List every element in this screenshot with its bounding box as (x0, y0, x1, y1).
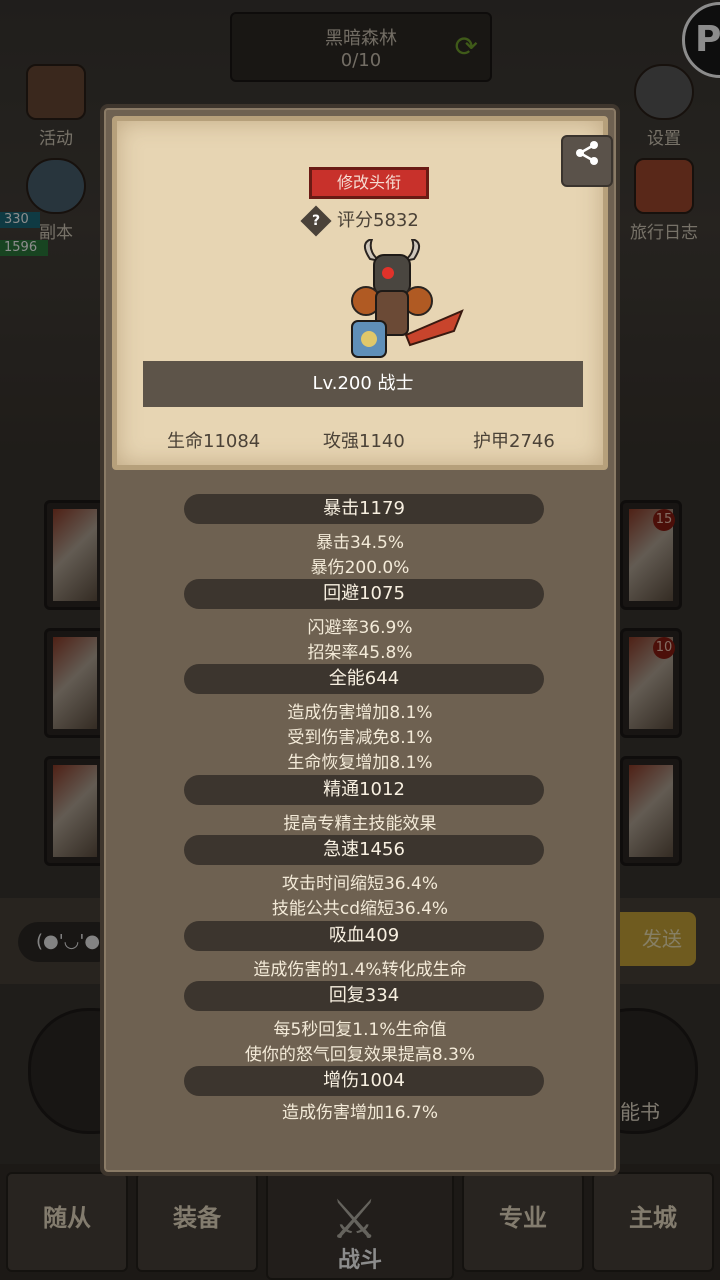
section-line: 暴击34.5% (315, 533, 404, 553)
section-header-versatility: 全能644 (184, 664, 544, 694)
section-header-haste: 急速1456 (184, 835, 544, 865)
section-header-mastery: 精通1012 (184, 775, 544, 805)
section-line: 招架率45.8% (307, 643, 413, 663)
section-header-lifesteal: 吸血409 (184, 921, 544, 951)
score-row: ? 评分5832 (300, 205, 465, 237)
stat-attack: 攻强1140 (323, 431, 405, 452)
section-line: 受到伤害减免8.1% (287, 728, 433, 748)
change-title-button[interactable]: 修改头衔 (309, 167, 429, 199)
character-name-level: Lv.200 战士 (143, 361, 583, 407)
section-line: 提高专精主技能效果 (283, 814, 437, 834)
section-line: 暴伤200.0% (310, 558, 410, 578)
warrior-character-image (351, 239, 464, 358)
help-icon[interactable]: ? (300, 205, 332, 237)
stat-armor: 护甲2746 (473, 431, 555, 452)
stat-hp: 生命11084 (167, 431, 261, 452)
score-value: 评分5832 (337, 210, 419, 231)
share-button[interactable] (561, 135, 613, 187)
share-icon (576, 141, 598, 165)
section-line: 造成伤害的1.4%转化成生命 (253, 960, 467, 980)
section-header-crit: 暴击1179 (184, 494, 544, 524)
section-header-avoidance: 回避1075 (184, 579, 544, 609)
section-line: 使你的怒气回复效果提高8.3% (244, 1045, 476, 1065)
section-header-regen: 回复334 (184, 981, 544, 1011)
section-line: 每5秒回复1.1%生命值 (273, 1020, 447, 1040)
section-line: 攻击时间缩短36.4% (281, 874, 438, 894)
section-line: 造成伤害增加8.1% (287, 703, 433, 723)
section-header-damage-increase: 增伤1004 (184, 1066, 544, 1096)
character-stats-modal: 修改头衔 ? 评分5832 Lv.200 战士 生命11084 攻强1140 护甲… (100, 104, 620, 1176)
character-card: 修改头衔 ? 评分5832 Lv.200 战士 生命11084 攻强1140 护甲… (112, 116, 613, 470)
section-line: 生命恢复增加8.1% (287, 753, 433, 773)
section-line: 造成伤害增加16.7% (281, 1103, 438, 1123)
section-line: 闪避率36.9% (307, 618, 413, 638)
section-line: 技能公共cd缩短36.4% (271, 899, 449, 919)
